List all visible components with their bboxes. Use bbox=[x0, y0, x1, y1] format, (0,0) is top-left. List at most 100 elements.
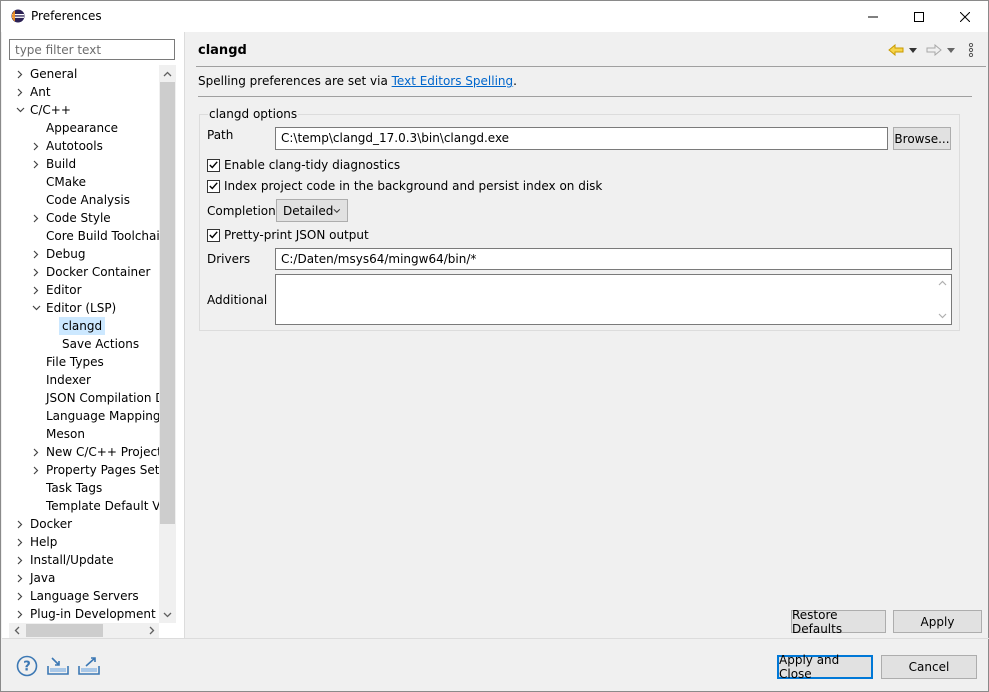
tree-item[interactable]: Docker Container bbox=[2, 263, 159, 281]
path-input[interactable]: C:\temp\clangd_17.0.3\bin\clangd.exe bbox=[275, 127, 888, 150]
tree-item-label: Language Mappings bbox=[46, 409, 159, 423]
forward-history-dropdown[interactable] bbox=[944, 40, 958, 60]
tree-item[interactable]: Core Build Toolchains bbox=[2, 227, 159, 245]
additional-scrollbar[interactable] bbox=[934, 275, 951, 324]
tree-scroll-thumb[interactable] bbox=[160, 82, 175, 524]
chevron-down-icon[interactable] bbox=[30, 299, 42, 317]
tree-item[interactable]: Template Default Valu bbox=[2, 497, 159, 515]
maximize-button[interactable] bbox=[896, 1, 942, 32]
chevron-right-icon[interactable] bbox=[30, 137, 42, 155]
chevron-right-icon[interactable] bbox=[14, 65, 26, 83]
cancel-button[interactable]: Cancel bbox=[881, 655, 977, 679]
scroll-up-arrow[interactable] bbox=[159, 65, 176, 82]
tree-item[interactable]: Ant bbox=[2, 83, 159, 101]
title-separator bbox=[196, 66, 986, 67]
tree-item[interactable]: JSON Compilation Da bbox=[2, 389, 159, 407]
back-history-dropdown[interactable] bbox=[906, 40, 920, 60]
restore-defaults-button[interactable]: Restore Defaults bbox=[791, 608, 886, 636]
chevron-right-icon[interactable] bbox=[30, 209, 42, 227]
chevron-right-icon[interactable] bbox=[30, 263, 42, 281]
eclipse-icon bbox=[11, 9, 25, 23]
tree-item[interactable]: Language Servers bbox=[2, 587, 159, 605]
minimize-button[interactable] bbox=[850, 1, 896, 32]
tree-item[interactable]: Autotools bbox=[2, 137, 159, 155]
clang-tidy-checkbox-row[interactable]: Enable clang-tidy diagnostics bbox=[207, 157, 400, 173]
tree-item[interactable]: New C/C++ Project W bbox=[2, 443, 159, 461]
horizontal-scroll-thumb[interactable] bbox=[26, 624, 103, 637]
checkmark-icon bbox=[209, 182, 218, 190]
tree-item[interactable]: Editor (LSP) bbox=[2, 299, 159, 317]
export-button[interactable] bbox=[77, 654, 101, 678]
scroll-left-arrow[interactable] bbox=[9, 623, 24, 638]
pretty-print-checkbox[interactable] bbox=[207, 228, 220, 242]
browse-button[interactable]: Browse... bbox=[893, 127, 951, 150]
chevron-right-icon[interactable] bbox=[30, 245, 42, 263]
tree-item[interactable]: Debug bbox=[2, 245, 159, 263]
import-button[interactable] bbox=[46, 654, 70, 678]
spelling-note: Spelling preferences are set via Text Ed… bbox=[198, 74, 517, 88]
checkmark-icon bbox=[209, 161, 218, 169]
tree-item-label: Autotools bbox=[46, 139, 103, 153]
tree-item[interactable]: Task Tags bbox=[2, 479, 159, 497]
chevron-right-icon[interactable] bbox=[14, 83, 26, 101]
tree-item[interactable]: C/C++ bbox=[2, 101, 159, 119]
tree-item[interactable]: Language Mappings bbox=[2, 407, 159, 425]
group-title: clangd options bbox=[208, 107, 299, 121]
tree-item[interactable]: Meson bbox=[2, 425, 159, 443]
tree-item[interactable]: Save Actions bbox=[2, 335, 159, 353]
drivers-input[interactable]: C:/Daten/msys64/mingw64/bin/* bbox=[275, 248, 952, 270]
dropdown-arrow-icon bbox=[909, 47, 917, 53]
tree-item-label: Docker Container bbox=[46, 265, 151, 279]
chevron-right-icon[interactable] bbox=[30, 281, 42, 299]
chevron-right-icon[interactable] bbox=[14, 587, 26, 605]
back-arrow-icon bbox=[888, 44, 904, 56]
tree-item[interactable]: File Types bbox=[2, 353, 159, 371]
apply-button[interactable]: Apply bbox=[893, 610, 982, 633]
tree-item[interactable]: General bbox=[2, 65, 159, 83]
forward-button[interactable] bbox=[924, 40, 944, 60]
index-checkbox-row[interactable]: Index project code in the background and… bbox=[207, 178, 602, 194]
preferences-navigation-pane: General Ant C/C++ Appearance Autotools Build C… bbox=[2, 32, 185, 638]
pretty-print-checkbox-row[interactable]: Pretty-print JSON output bbox=[207, 227, 369, 243]
tree-item[interactable]: Install/Update bbox=[2, 551, 159, 569]
completion-select[interactable]: Detailed bbox=[276, 199, 348, 222]
tree-item[interactable]: Plug-in Development bbox=[2, 605, 159, 623]
tree-vertical-scrollbar[interactable] bbox=[159, 65, 176, 623]
chevron-right-icon[interactable] bbox=[30, 461, 42, 479]
view-menu-button[interactable] bbox=[964, 40, 978, 60]
filter-input[interactable] bbox=[9, 39, 175, 60]
chevron-down-icon[interactable] bbox=[14, 101, 26, 119]
tree-item[interactable]: Build bbox=[2, 155, 159, 173]
help-button[interactable]: ? bbox=[15, 654, 39, 678]
close-button[interactable] bbox=[942, 1, 988, 32]
tree-item[interactable]: Java bbox=[2, 569, 159, 587]
back-button[interactable] bbox=[886, 40, 906, 60]
tree-item[interactable]: Code Style bbox=[2, 209, 159, 227]
additional-textarea[interactable] bbox=[275, 274, 952, 325]
scroll-right-arrow[interactable] bbox=[144, 623, 159, 638]
tree-item[interactable]: clangd bbox=[2, 317, 159, 335]
tree-item-label: Property Pages Settin bbox=[46, 463, 159, 477]
tree-item-label: Debug bbox=[46, 247, 86, 261]
tree-item[interactable]: CMake bbox=[2, 173, 159, 191]
chevron-right-icon[interactable] bbox=[30, 155, 42, 173]
tree-item[interactable]: Indexer bbox=[2, 371, 159, 389]
scroll-down-arrow[interactable] bbox=[159, 606, 176, 623]
tree-horizontal-scrollbar[interactable] bbox=[9, 623, 159, 638]
tree-item[interactable]: Property Pages Settin bbox=[2, 461, 159, 479]
chevron-right-icon[interactable] bbox=[14, 533, 26, 551]
tree-item[interactable]: Editor bbox=[2, 281, 159, 299]
apply-and-close-button[interactable]: Apply and Close bbox=[777, 653, 873, 681]
chevron-right-icon[interactable] bbox=[14, 569, 26, 587]
chevron-right-icon[interactable] bbox=[30, 443, 42, 461]
index-checkbox[interactable] bbox=[207, 179, 220, 193]
chevron-right-icon[interactable] bbox=[14, 605, 26, 623]
clang-tidy-checkbox[interactable] bbox=[207, 158, 220, 172]
tree-item[interactable]: Code Analysis bbox=[2, 191, 159, 209]
chevron-right-icon[interactable] bbox=[14, 515, 26, 533]
tree-item[interactable]: Help bbox=[2, 533, 159, 551]
tree-item[interactable]: Appearance bbox=[2, 119, 159, 137]
chevron-right-icon[interactable] bbox=[14, 551, 26, 569]
text-editors-spelling-link[interactable]: Text Editors Spelling bbox=[392, 74, 514, 88]
tree-item[interactable]: Docker bbox=[2, 515, 159, 533]
